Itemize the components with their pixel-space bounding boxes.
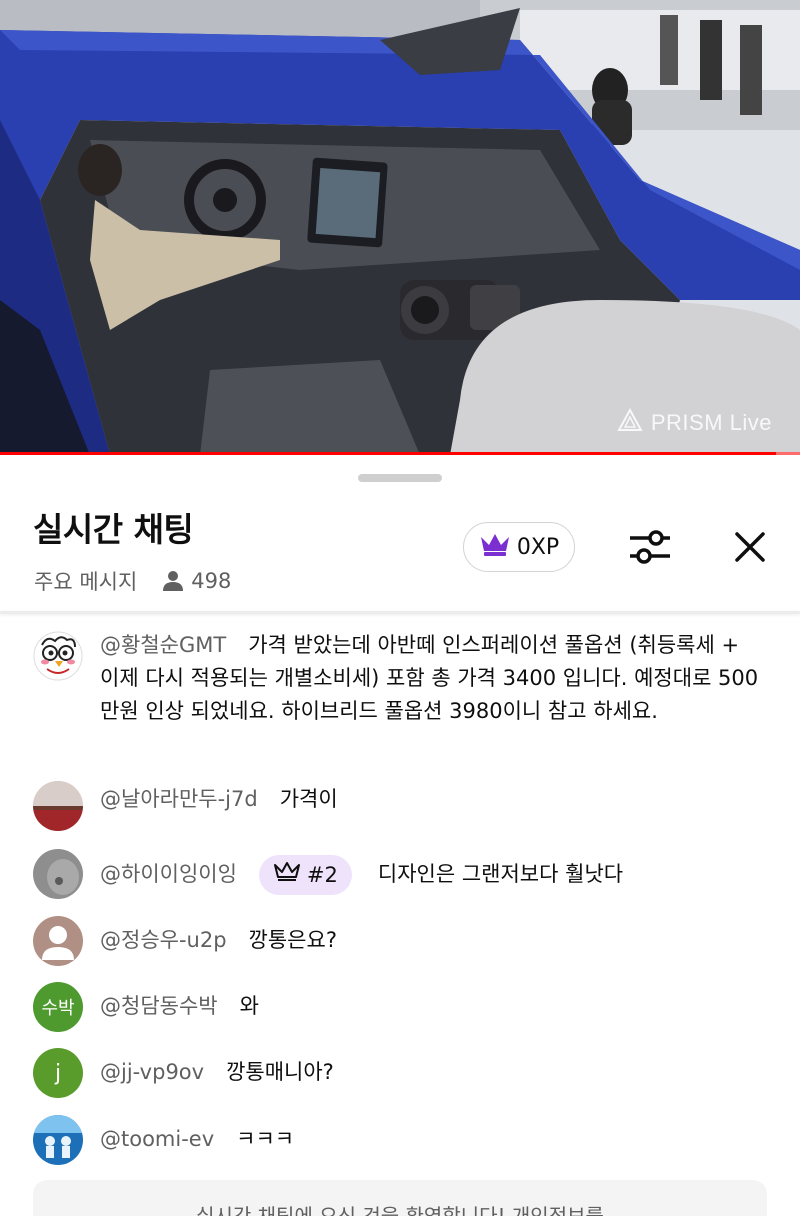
watermark-text: PRISM Live [650,410,772,435]
xp-button[interactable]: 0XP [463,522,575,572]
message-text: 깡통매니아? [226,1060,334,1084]
sliders-icon[interactable] [624,524,676,570]
video-frame-car-interior [0,0,800,455]
crown-icon [479,531,511,563]
panel-divider [0,611,800,614]
close-icon[interactable] [726,523,774,571]
sunset-photo-avatar[interactable] [33,781,83,831]
viewer-count: 498 [191,569,232,593]
cartoon-avatar[interactable] [33,631,83,681]
message-author[interactable]: @toomi-ev [100,1127,214,1151]
default-person-avatar[interactable] [33,916,83,966]
message-author[interactable]: @하이이잉이잉 [100,862,237,886]
member-rank-badge: #2 [258,855,352,895]
gray-photo-avatar[interactable] [33,849,83,899]
live-chat-panel: 실시간 채팅 주요 메시지 498 0XP @황철순GMT 가격 받았는데 아반… [0,455,800,1216]
rank-label: #2 [306,863,338,887]
message-author[interactable]: @청담동수박 [100,994,218,1018]
crown-outline-icon [273,855,301,895]
message-text: ㅋㅋㅋ [236,1127,295,1151]
chat-welcome-notice: 실시간 채팅에 오신 것을 환영합니다! 개인정보를 [33,1180,767,1216]
chat-subtitle: 주요 메시지 498 [34,566,231,596]
welcome-notice-text: 실시간 채팅에 오신 것을 환영합니다! 개인정보를 [196,1204,604,1216]
message-text: 가격이 [279,787,338,811]
letter-avatar[interactable]: j [33,1048,83,1098]
message-author[interactable]: @날아라만두-j7d [100,787,258,811]
chat-title: 실시간 채팅 [33,510,194,549]
xp-label: 0XP [516,534,560,560]
blue-photo-avatar[interactable] [33,1115,83,1165]
message-text: 와 [239,994,259,1018]
message-author[interactable]: @jj-vp9ov [100,1060,204,1084]
prism-logo-icon [617,407,643,438]
message-author[interactable]: @황철순GMT [100,633,226,657]
letter-avatar[interactable]: 수박 [33,982,83,1032]
panel-drag-handle[interactable] [358,474,442,482]
message-author[interactable]: @정승우-u2p [100,928,227,952]
message-text: 디자인은 그랜저보다 훨낫다 [377,862,624,886]
live-video-player[interactable]: PRISM Live [0,0,800,455]
message-text: 깡통은요? [248,928,337,952]
prism-live-watermark: PRISM Live [617,407,772,438]
chat-mode-selector[interactable]: 주요 메시지 [34,566,137,596]
person-icon [161,570,185,592]
